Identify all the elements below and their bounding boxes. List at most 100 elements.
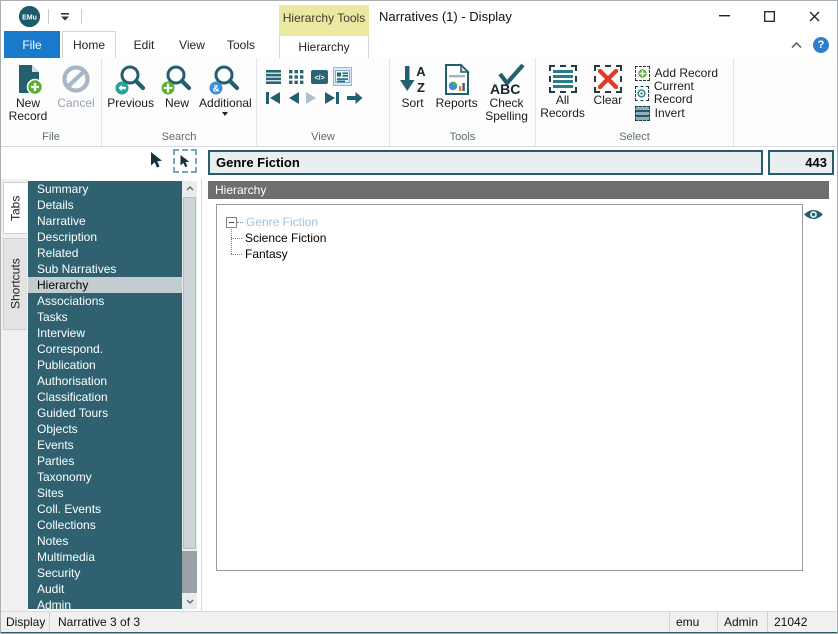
sidebar-tab-item[interactable]: Correspond. <box>28 341 182 357</box>
sidebar-tab-item[interactable]: Admin <box>28 597 182 609</box>
sidebar-tab-item[interactable]: Audit <box>28 581 182 597</box>
status-user: emu <box>676 615 700 629</box>
visibility-eye-icon[interactable] <box>803 207 824 222</box>
pointer-cursor-icon[interactable] <box>149 151 164 169</box>
all-records-label: All Records <box>540 93 585 120</box>
select-current-record-button[interactable]: Current Record <box>634 80 731 106</box>
new-record-button[interactable]: New Record <box>3 61 53 123</box>
quick-access-dropdown-icon[interactable] <box>57 8 73 24</box>
sort-button[interactable]: A Z Sort <box>392 61 433 110</box>
additional-search-icon: & <box>208 63 242 96</box>
select-current-record-icon <box>634 85 649 101</box>
window-title: Narratives (1) - Display <box>379 8 512 24</box>
ribbon-group-file: New Record Cancel File <box>1 58 102 146</box>
collapse-node-icon[interactable] <box>226 216 237 228</box>
grid-view-icon[interactable] <box>288 68 305 85</box>
tree-child-row[interactable]: Fantasy <box>221 246 798 262</box>
code-view-icon[interactable]: </> <box>311 68 328 85</box>
emu-window: EMu Hierarchy Tools Narratives (1) - Dis… <box>0 0 838 634</box>
previous-search-button[interactable]: Previous <box>104 61 157 110</box>
previous-search-icon <box>114 63 148 96</box>
maximize-button[interactable] <box>747 1 792 31</box>
sidebar-tab-item[interactable]: Details <box>28 197 182 213</box>
scroll-down-icon[interactable] <box>182 594 197 609</box>
clear-selection-button[interactable]: Clear <box>587 61 629 107</box>
sidebar-tab-item[interactable]: Interview <box>28 325 182 341</box>
sidebar-scrollbar[interactable] <box>182 181 197 609</box>
sidebar-tab-item[interactable]: Events <box>28 437 182 453</box>
select-pointer-icon[interactable] <box>173 149 197 173</box>
tab-file[interactable]: File <box>4 31 60 58</box>
select-invert-button[interactable]: Invert <box>634 105 731 121</box>
goto-record-icon[interactable] <box>345 91 364 105</box>
tree-root-row[interactable]: Genre Fiction <box>221 214 798 230</box>
hierarchy-tree: Genre Fiction Science Fiction Fantasy <box>216 204 803 571</box>
sidebar-tab-item[interactable]: Notes <box>28 533 182 549</box>
sidebar-tab-item[interactable]: Taxonomy <box>28 469 182 485</box>
scrollbar-thumb[interactable] <box>183 197 196 549</box>
sidebar-tab-item[interactable]: Coll. Events <box>28 501 182 517</box>
record-title-field[interactable]: Genre Fiction <box>208 150 763 175</box>
minimize-button[interactable] <box>702 1 747 31</box>
tree-root-label[interactable]: Genre Fiction <box>246 215 318 229</box>
sidebar-tab-item[interactable]: Authorisation <box>28 373 182 389</box>
collapse-ribbon-icon[interactable] <box>790 41 803 49</box>
sidebar-tab-item[interactable]: Sites <box>28 485 182 501</box>
clear-selection-icon <box>593 65 622 93</box>
tab-hierarchy[interactable]: Hierarchy <box>279 36 369 58</box>
sidebar-tab-item[interactable]: Guided Tours <box>28 405 182 421</box>
sidebar-tab-item[interactable]: Objects <box>28 421 182 437</box>
new-search-button[interactable]: New <box>157 61 196 110</box>
emu-logo-icon[interactable]: EMu <box>19 5 40 27</box>
scroll-up-icon[interactable] <box>182 181 197 196</box>
sidebar-tab-item[interactable]: Security <box>28 565 182 581</box>
sidebar-tab-list: Summary Details Narrative Description Re… <box>28 181 182 609</box>
new-record-icon <box>12 63 44 96</box>
tab-edit[interactable]: Edit <box>121 31 167 58</box>
sidebar-tab-item[interactable]: Description <box>28 229 182 245</box>
list-view-icon[interactable] <box>265 68 282 85</box>
first-record-icon[interactable] <box>265 91 281 105</box>
last-record-icon[interactable] <box>324 91 340 105</box>
all-records-icon <box>548 65 577 93</box>
sidebar-tab-item[interactable]: Related <box>28 245 182 261</box>
sidebar-tab-item[interactable]: Multimedia <box>28 549 182 565</box>
tab-view[interactable]: View <box>170 31 214 58</box>
titlebar-separator <box>81 8 82 24</box>
additional-search-label: Additional <box>199 96 252 110</box>
ribbon-group-view: </> View <box>257 58 390 146</box>
check-spelling-button[interactable]: ABC Check Spelling <box>480 61 533 123</box>
cancel-button[interactable]: Cancel <box>53 61 99 110</box>
sidebar-tab-item[interactable]: Classification <box>28 389 182 405</box>
sidebar-tab-item[interactable]: Hierarchy <box>28 277 182 293</box>
sidebar-tab-item[interactable]: Collections <box>28 517 182 533</box>
status-group: Admin <box>724 615 759 629</box>
sidebar-tab-item[interactable]: Sub Narratives <box>28 261 182 277</box>
status-record-position: Narrative 3 of 3 <box>58 615 141 629</box>
sidebar-tab-item[interactable]: Publication <box>28 357 182 373</box>
sidebar-tab-item[interactable]: Associations <box>28 293 182 309</box>
tab-tools[interactable]: Tools <box>217 31 265 58</box>
details-view-icon[interactable] <box>333 67 352 86</box>
check-spelling-label: Check Spelling <box>485 96 528 123</box>
reports-button[interactable]: Reports <box>433 61 480 110</box>
previous-record-icon[interactable] <box>286 91 300 105</box>
sidebar-tab-item[interactable]: Narrative <box>28 213 182 229</box>
group-label-view: View <box>311 131 335 143</box>
tree-child-row[interactable]: Science Fiction <box>221 230 798 246</box>
side-tab-shortcuts[interactable]: Shortcuts <box>3 238 27 330</box>
all-records-button[interactable]: All Records <box>538 61 587 120</box>
additional-search-button[interactable]: & Additional <box>197 61 254 116</box>
scrollbar-track[interactable] <box>182 551 197 593</box>
record-count-field: 443 <box>768 150 834 175</box>
next-record-icon[interactable] <box>305 91 319 105</box>
tree-children: Science Fiction Fantasy <box>221 227 798 262</box>
sidebar-tab-item[interactable]: Tasks <box>28 309 182 325</box>
side-tab-tabs[interactable]: Tabs <box>3 182 27 234</box>
tab-sidebar: Summary Details Narrative Description Re… <box>28 181 197 609</box>
sidebar-tab-item[interactable]: Summary <box>28 181 182 197</box>
sidebar-tab-item[interactable]: Parties <box>28 453 182 469</box>
tab-home[interactable]: Home <box>62 31 116 58</box>
help-icon[interactable]: ? <box>813 36 829 53</box>
close-button[interactable] <box>792 1 837 31</box>
